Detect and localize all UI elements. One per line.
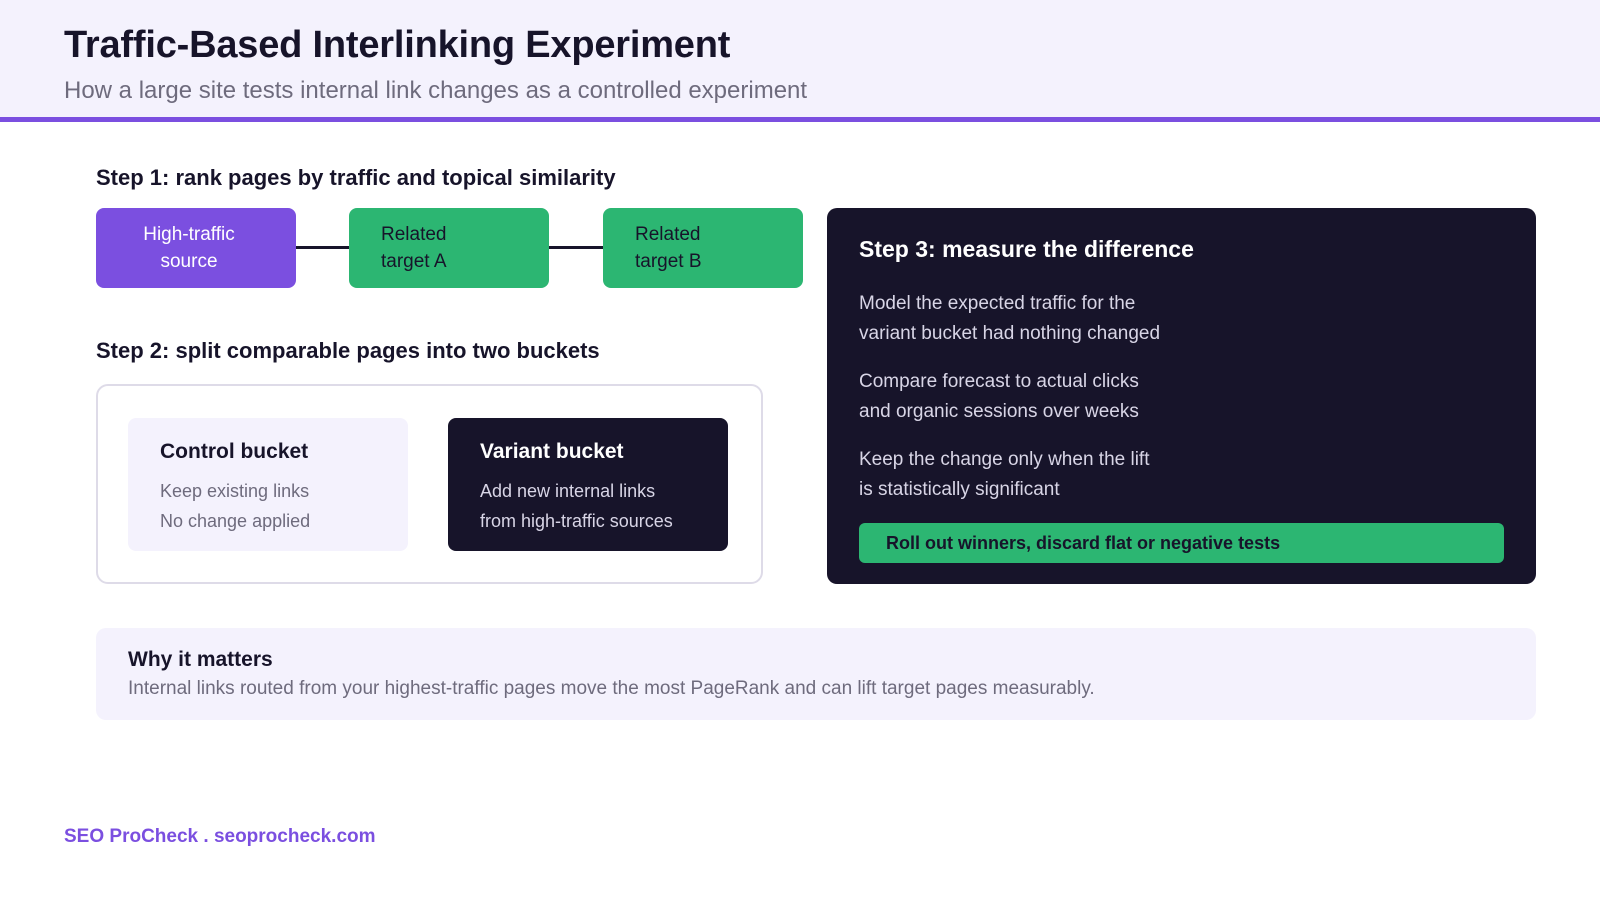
variant-bucket-title: Variant bucket xyxy=(480,440,624,463)
page-title: Traffic-Based Interlinking Experiment xyxy=(64,24,731,66)
node-label-line: target A xyxy=(381,251,447,272)
step3-panel: Step 3: measure the difference Model the… xyxy=(827,208,1536,584)
node-high-traffic-source: High-traffic source xyxy=(96,208,296,288)
step3-point: Keep the change only when the lift is st… xyxy=(859,445,1219,505)
step2-title: Step 2: split comparable pages into two … xyxy=(96,338,600,363)
step3-point-line: Keep the change only when the lift xyxy=(859,449,1150,470)
node-label-line: High-traffic xyxy=(143,224,235,245)
node-label-line: Related xyxy=(635,224,701,245)
page-subtitle: How a large site tests internal link cha… xyxy=(64,77,808,104)
control-bucket: Control bucket Keep existing links No ch… xyxy=(128,418,408,551)
step3-point-line: and organic sessions over weeks xyxy=(859,401,1139,422)
variant-bucket-line: from high-traffic sources xyxy=(480,511,673,531)
footer-brand: SEO ProCheck . seoprocheck.com xyxy=(64,826,376,847)
step3-point: Compare forecast to actual clicks and or… xyxy=(859,367,1219,427)
control-bucket-line: Keep existing links xyxy=(160,481,310,501)
node-label-line: source xyxy=(160,251,218,272)
step3-point-line: is statistically significant xyxy=(859,479,1060,500)
rollout-banner: Roll out winners, discard flat or negati… xyxy=(859,523,1504,563)
header: Traffic-Based Interlinking Experiment Ho… xyxy=(0,0,1600,122)
variant-bucket-line: Add new internal links xyxy=(480,481,656,501)
control-bucket-line: No change applied xyxy=(160,511,311,531)
node-label-line: Related xyxy=(381,224,447,245)
why-text: Internal links routed from your highest-… xyxy=(128,678,1095,699)
node-label-line: target B xyxy=(635,251,702,272)
node-related-target-b: Related target B xyxy=(603,208,803,288)
control-bucket-title: Control bucket xyxy=(160,440,309,463)
step3-point-line: variant bucket had nothing changed xyxy=(859,323,1161,344)
buckets-panel: Control bucket Keep existing links No ch… xyxy=(96,384,763,584)
why-title: Why it matters xyxy=(128,648,273,671)
node-related-target-a: Related target A xyxy=(349,208,549,288)
variant-bucket: Variant bucket Add new internal links fr… xyxy=(448,418,728,551)
step3-title: Step 3: measure the difference xyxy=(859,236,1194,262)
step3-point-line: Model the expected traffic for the xyxy=(859,293,1136,314)
step1-title: Step 1: rank pages by traffic and topica… xyxy=(96,165,616,190)
why-it-matters-panel: Why it matters Internal links routed fro… xyxy=(96,628,1536,720)
step3-point: Model the expected traffic for the varia… xyxy=(859,289,1219,349)
step3-point-line: Compare forecast to actual clicks xyxy=(859,371,1139,392)
connector-line xyxy=(549,246,603,249)
connector-line xyxy=(296,246,349,249)
